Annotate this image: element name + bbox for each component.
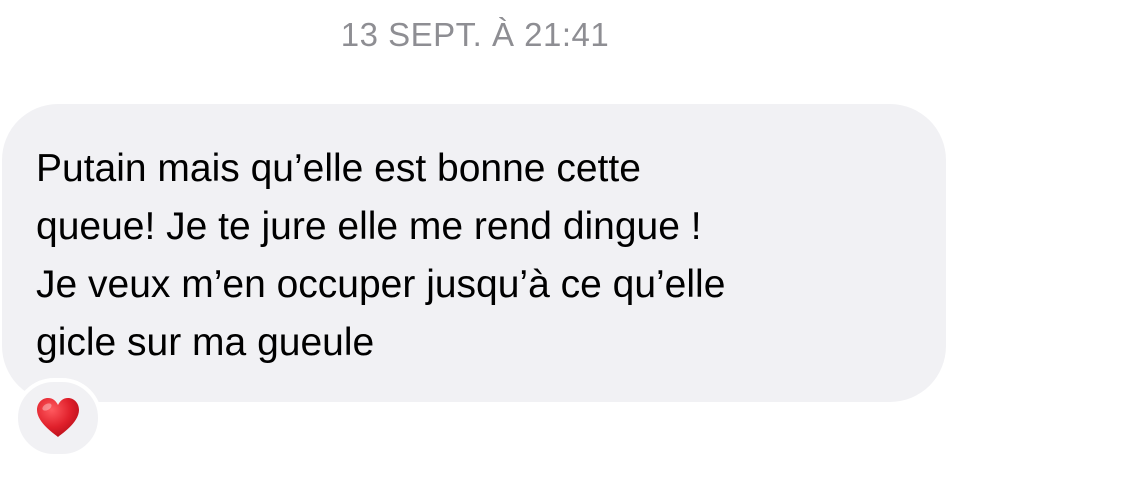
message-timestamp: 13 SEPT. À 21:41 (340, 16, 610, 53)
message-text: Putain mais qu’elle est bonne cette queu… (36, 147, 726, 364)
red-heart-icon (37, 398, 79, 437)
message-reaction[interactable] (14, 378, 102, 458)
